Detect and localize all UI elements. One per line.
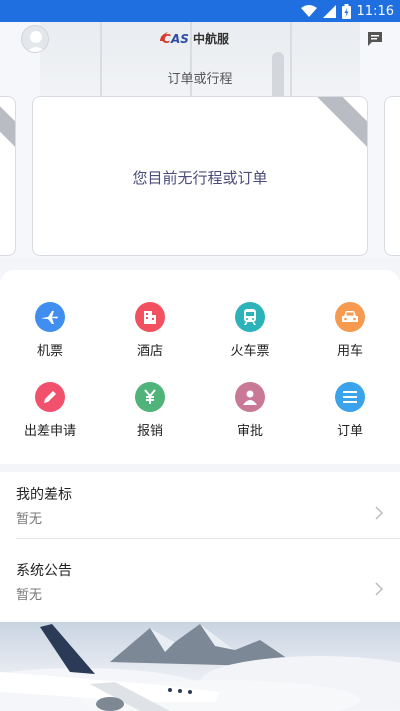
list-item-title: 我的差标: [16, 487, 72, 503]
service-label: 报销: [136, 424, 163, 439]
card-ribbon: [314, 97, 367, 151]
service-label: 订单: [336, 424, 363, 439]
trip-card-previous[interactable]: [0, 96, 16, 256]
status-bar: 11:16: [0, 0, 400, 22]
service-trip-request[interactable]: 出差申请: [0, 382, 100, 452]
service-train[interactable]: 火车票: [200, 302, 300, 372]
announcement-item[interactable]: 系统公告 暂无: [0, 548, 400, 622]
message-icon[interactable]: [366, 30, 384, 48]
avatar[interactable]: [21, 25, 49, 53]
travel-standard-item[interactable]: 我的差标 暂无: [0, 472, 400, 546]
hotel-icon: [135, 302, 165, 332]
service-label: 机票: [36, 344, 63, 359]
service-hotel[interactable]: 酒店: [100, 302, 200, 372]
card-ribbon: [0, 97, 15, 151]
brand-logo: C AS 中航服: [160, 31, 230, 46]
svg-text:AS: AS: [170, 32, 189, 46]
divider: [16, 538, 400, 539]
car-icon: [335, 302, 365, 332]
airplane-icon: [35, 302, 65, 332]
trip-card[interactable]: 您目前无行程或订单: [32, 96, 368, 256]
airplane-over-mountains-image: [0, 624, 400, 711]
list-item-title: 系统公告: [16, 563, 72, 579]
list-item-value: 暂无: [16, 588, 43, 603]
header: C AS 中航服 订单或行程: [0, 22, 400, 96]
person-icon: [235, 382, 265, 412]
yuan-icon: [135, 382, 165, 412]
info-list: 我的差标 暂无 系统公告 暂无: [0, 472, 400, 622]
section-title: 订单或行程: [167, 72, 233, 87]
trip-carousel[interactable]: 您目前无行程或订单: [0, 96, 400, 258]
wifi-icon: [300, 4, 317, 17]
train-icon: [235, 302, 265, 332]
pencil-icon: [35, 382, 65, 412]
service-label: 出差申请: [23, 424, 76, 439]
chevron-right-icon: [375, 582, 384, 596]
service-reimbursement[interactable]: 报销: [100, 382, 200, 452]
service-label: 审批: [236, 424, 263, 439]
services-grid: 机票 酒店 火车票 用车 出差申请 报销 审批 订单: [0, 270, 400, 464]
trip-card-next[interactable]: [384, 96, 400, 256]
service-orders[interactable]: 订单: [300, 382, 400, 452]
service-label: 用车: [336, 344, 363, 359]
service-flight[interactable]: 机票: [0, 302, 100, 372]
battery-icon: [341, 3, 351, 19]
signal-icon: [322, 4, 336, 18]
airplane-banner[interactable]: [0, 622, 400, 711]
status-icons: 11:16: [300, 3, 394, 19]
service-car[interactable]: 用车: [300, 302, 400, 372]
empty-trip-message: 您目前无行程或订单: [132, 169, 268, 187]
svg-text:中航服: 中航服: [193, 31, 230, 46]
list-icon: [335, 382, 365, 412]
service-label: 酒店: [136, 344, 163, 359]
list-item-value: 暂无: [16, 512, 43, 527]
status-time: 11:16: [356, 3, 394, 19]
service-label: 火车票: [230, 344, 270, 359]
service-approval[interactable]: 审批: [200, 382, 300, 452]
chevron-right-icon: [375, 506, 384, 520]
svg-text:C: C: [162, 32, 171, 46]
